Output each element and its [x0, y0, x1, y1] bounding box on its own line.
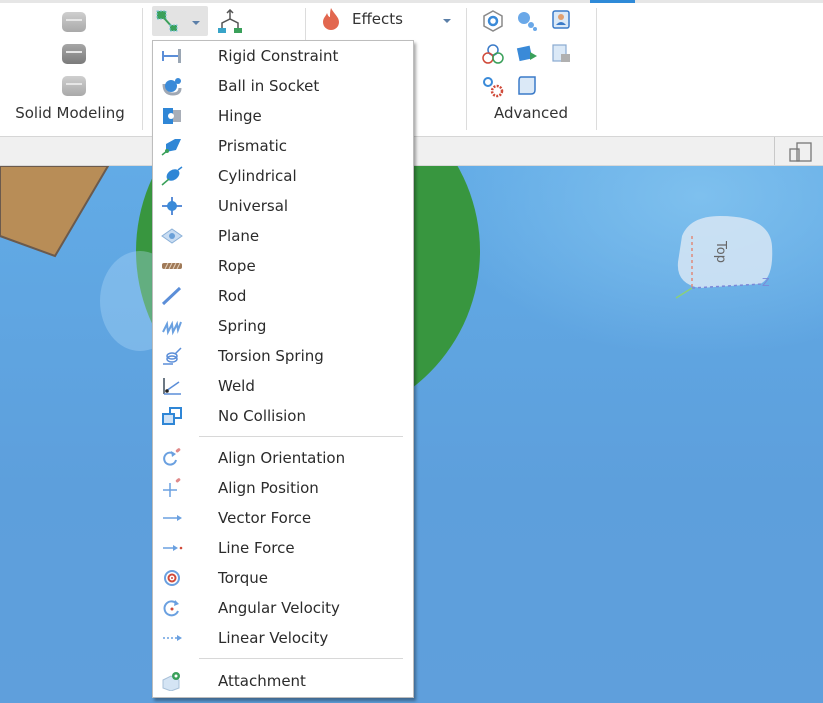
- menu-item-align-position[interactable]: Align Position: [153, 473, 413, 503]
- universal-icon: [162, 197, 182, 215]
- menu-item-label: Line Force: [218, 539, 295, 557]
- menu-item-label: Rope: [218, 257, 256, 275]
- menu-item-label: Attachment: [218, 672, 306, 690]
- plane-icon: [161, 228, 183, 244]
- rod-icon: [161, 286, 182, 306]
- create-constraint-button[interactable]: [152, 6, 208, 36]
- linear-velocity-icon: [163, 635, 182, 641]
- menu-item-ball-in-socket[interactable]: Ball in Socket: [153, 71, 413, 101]
- menu-item-label: Vector Force: [218, 509, 312, 527]
- menu-item-rigid-constraint[interactable]: Rigid Constraint: [153, 41, 413, 71]
- menu-item-label: Spring: [218, 317, 267, 335]
- device-emulator-icon[interactable]: [788, 142, 814, 162]
- menu-item-universal[interactable]: Universal: [153, 191, 413, 221]
- align-orientation-icon: [163, 448, 181, 466]
- menu-item-linear-velocity[interactable]: Linear Velocity: [153, 623, 413, 653]
- angular-velocity-icon: [163, 600, 179, 617]
- weld-icon: [163, 378, 181, 395]
- menu-item-align-orientation[interactable]: Align Orientation: [153, 443, 413, 473]
- attachment-icon: [162, 672, 180, 691]
- union-icon[interactable]: [62, 12, 86, 32]
- menu-separator: [199, 436, 403, 437]
- spring-icon: [162, 320, 182, 336]
- menu-item-label: Rigid Constraint: [218, 47, 339, 65]
- menu-item-spring[interactable]: Spring: [153, 311, 413, 341]
- hinge-icon: [163, 108, 181, 124]
- menu-item-angular-velocity[interactable]: Angular Velocity: [153, 593, 413, 623]
- menu-item-attachment[interactable]: Attachment: [153, 666, 413, 696]
- collision-groups-icon[interactable]: [516, 10, 538, 32]
- menu-item-label: Align Position: [218, 479, 319, 497]
- character-script-icon[interactable]: [550, 9, 572, 31]
- align-position-icon: [163, 478, 181, 497]
- constraint-dropdown-menu: Rigid Constraint Ball in Socket Hinge Pr…: [152, 40, 414, 698]
- run-script-icon[interactable]: [516, 43, 538, 65]
- subbar-divider: [774, 137, 775, 165]
- group-label-solid-modeling: Solid Modeling: [15, 104, 125, 122]
- menu-item-vector-force[interactable]: Vector Force: [153, 503, 413, 533]
- rope-icon: [162, 262, 182, 270]
- menu-item-label: Rod: [218, 287, 247, 305]
- menu-item-prismatic[interactable]: Prismatic: [153, 131, 413, 161]
- menu-item-rod[interactable]: Rod: [153, 281, 413, 311]
- menu-item-label: Plane: [218, 227, 260, 245]
- prismatic-icon: [161, 139, 181, 156]
- menu-item-label: Angular Velocity: [218, 599, 340, 617]
- menu-item-label: Universal: [218, 197, 289, 215]
- group-label-advanced: Advanced: [493, 104, 569, 122]
- menu-item-label: Cylindrical: [218, 167, 297, 185]
- group-divider: [142, 8, 143, 130]
- menu-item-label: Ball in Socket: [218, 77, 320, 95]
- constraint-tool-icon: [156, 10, 200, 32]
- rigid-constraint-icon: [162, 49, 181, 63]
- no-collision-icon: [162, 407, 182, 425]
- menu-item-rope[interactable]: Rope: [153, 251, 413, 281]
- view-cube-label: Top: [713, 240, 728, 263]
- menu-item-label: Align Orientation: [218, 449, 346, 467]
- menu-item-torque[interactable]: Torque: [153, 563, 413, 593]
- menu-item-line-force[interactable]: Line Force: [153, 533, 413, 563]
- active-tab-indicator: [590, 0, 635, 3]
- group-advanced: Advanced: [466, 6, 596, 130]
- menu-item-label: Torsion Spring: [218, 347, 324, 365]
- menu-item-plane[interactable]: Plane: [153, 221, 413, 251]
- menu-item-hinge[interactable]: Hinge: [153, 101, 413, 131]
- vector-force-icon: [163, 515, 182, 521]
- ball-in-socket-icon: [162, 78, 182, 96]
- torsion-spring-icon: [163, 347, 182, 365]
- menu-item-torsion-spring[interactable]: Torsion Spring: [153, 341, 413, 371]
- line-force-icon: [163, 545, 183, 551]
- menu-item-label: Linear Velocity: [218, 629, 329, 647]
- view-cube[interactable]: Top Z: [675, 216, 773, 299]
- groups-icon[interactable]: [482, 43, 504, 65]
- chevron-down-icon: [192, 21, 200, 25]
- menu-item-cylindrical[interactable]: Cylindrical: [153, 161, 413, 191]
- menu-item-label: Prismatic: [218, 137, 288, 155]
- material-manager-icon[interactable]: [482, 10, 504, 32]
- separate-icon[interactable]: [62, 76, 86, 96]
- menu-item-label: Hinge: [218, 107, 262, 125]
- menu-separator: [199, 658, 403, 659]
- tree-join-icon[interactable]: [218, 9, 244, 35]
- menu-item-no-collision[interactable]: No Collision: [153, 401, 413, 431]
- services-icon[interactable]: [482, 76, 504, 98]
- menu-item-label: No Collision: [218, 407, 306, 425]
- ground-block[interactable]: [0, 166, 110, 258]
- ribbon-top-border: [0, 0, 823, 3]
- group-solid-modeling: Solid Modeling: [0, 6, 140, 130]
- menu-item-label: Torque: [218, 569, 268, 587]
- script-icon[interactable]: [516, 74, 538, 96]
- script-package-icon[interactable]: [550, 43, 572, 65]
- torque-icon: [164, 570, 180, 586]
- menu-item-weld[interactable]: Weld: [153, 371, 413, 401]
- group-divider: [596, 8, 597, 130]
- axis-z-label: Z: [762, 276, 770, 289]
- negate-icon[interactable]: [62, 44, 86, 64]
- cylindrical-icon: [161, 166, 183, 186]
- menu-item-label: Weld: [218, 377, 255, 395]
